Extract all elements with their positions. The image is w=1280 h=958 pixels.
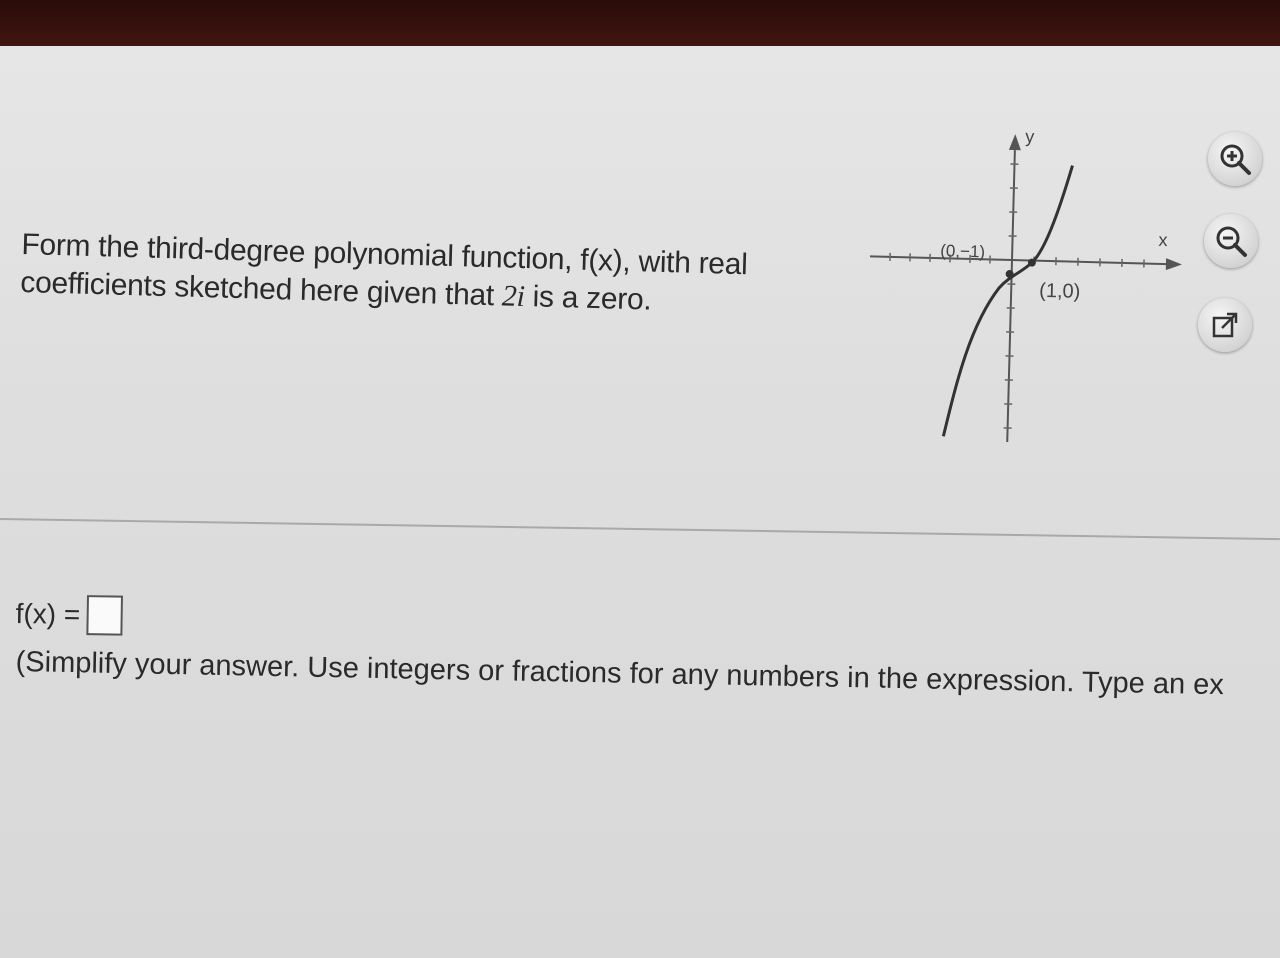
polynomial-graph: y x (0,−1) (1,0) [870,126,1182,443]
y-axis-arrow [1008,134,1021,151]
x-axis-arrow [1165,258,1182,271]
question-text-end: is a zero. [524,280,652,317]
x-axis [870,255,1172,266]
answer-row: f(x) = [15,594,123,636]
y-axis-label: y [1025,126,1035,146]
external-link-icon [1212,312,1238,338]
point-label-y-intercept: (0,−1) [940,241,985,261]
point-label-x-intercept: (1,0) [1039,280,1081,303]
zoom-in-button[interactable] [1208,132,1262,186]
y-axis [1006,150,1016,443]
answer-label: f(x) = [15,597,81,631]
answer-input[interactable] [85,595,123,636]
zoom-out-icon [1216,226,1247,257]
x-axis-label: x [1158,230,1168,250]
zoom-out-button[interactable] [1204,214,1258,268]
popout-button[interactable] [1198,298,1252,352]
zoom-in-icon [1220,144,1251,175]
complex-zero: 2i [501,279,526,314]
